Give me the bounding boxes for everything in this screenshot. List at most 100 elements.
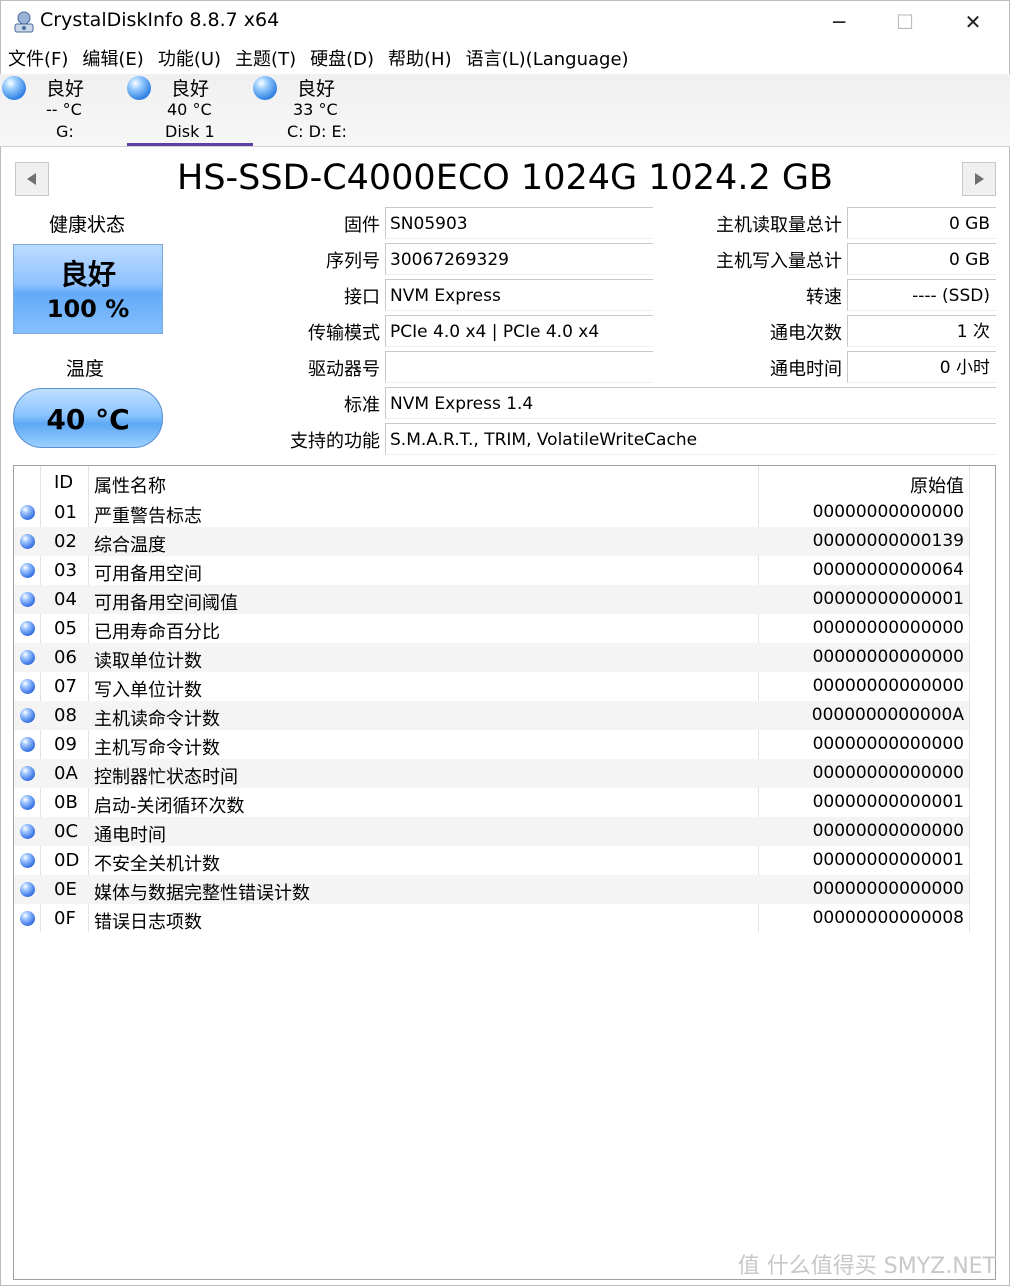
table-row[interactable]: 01 严重警告标志 00000000000000: [14, 498, 969, 527]
attribute-raw-value: 00000000000000: [812, 676, 964, 696]
smart-attributes-table[interactable]: ID 属性名称 原始值 01 严重警告标志 00000000000000 02 综合温度…: [13, 465, 996, 1280]
table-row[interactable]: 0E 媒体与数据完整性错误计数 00000000000000: [14, 875, 969, 904]
table-row[interactable]: 05 已用寿命百分比 00000000000000: [14, 614, 969, 643]
status-dot-icon: [20, 766, 35, 781]
attribute-raw-value: 00000000000000: [812, 821, 964, 841]
table-row[interactable]: 0F 错误日志项数 00000000000008: [14, 904, 969, 933]
selected-tab-indicator: [127, 143, 253, 146]
firmware-label: 固件: [344, 215, 380, 236]
attribute-name: 可用备用空间: [94, 564, 202, 585]
disk-tab-disk1[interactable]: 良好 40 °C Disk 1: [127, 74, 253, 146]
menu-theme[interactable]: 主题(T): [228, 46, 303, 74]
minimize-button[interactable]: ─: [816, 4, 862, 40]
serial-field: 30067269329: [385, 243, 653, 275]
maximize-button[interactable]: ☐: [882, 4, 928, 40]
rotation-field: ---- (SSD): [847, 279, 996, 311]
power-count-label: 通电次数: [770, 323, 842, 344]
table-row[interactable]: 0D 不安全关机计数 00000000000001: [14, 846, 969, 875]
disk-model-title: HS-SSD-C4000ECO 1024G 1024.2 GB: [177, 158, 833, 198]
status-dot-icon: [20, 563, 35, 578]
table-row[interactable]: 0C 通电时间 00000000000000: [14, 817, 969, 846]
attribute-raw-value: 00000000000000: [812, 763, 964, 783]
close-button[interactable]: ✕: [950, 4, 996, 40]
attribute-id: 02: [54, 531, 77, 552]
attribute-name: 启动-关闭循环次数: [94, 796, 245, 817]
column-divider: [969, 466, 970, 932]
attribute-raw-value: 00000000000000: [812, 647, 964, 667]
menu-function[interactable]: 功能(U): [151, 46, 228, 74]
host-reads-label: 主机读取量总计: [716, 215, 842, 236]
table-row[interactable]: 06 读取单位计数 00000000000000: [14, 643, 969, 672]
menu-help[interactable]: 帮助(H): [381, 46, 459, 74]
disk-temperature: -- °C: [46, 100, 82, 119]
host-reads-field: 0 GB: [847, 207, 996, 239]
temperature-box[interactable]: 40 °C: [13, 388, 163, 448]
table-row[interactable]: 0A 控制器忙状态时间 00000000000000: [14, 759, 969, 788]
attribute-id: 0E: [54, 879, 77, 900]
power-hours-label: 通电时间: [770, 359, 842, 380]
watermark: 值 什么值得买 SMYZ.NET: [737, 1254, 996, 1279]
disk-label: G:: [56, 122, 74, 141]
drive-letter-label: 驱动器号: [308, 359, 380, 380]
interface-label: 接口: [344, 287, 380, 308]
table-row[interactable]: 02 综合温度 00000000000139: [14, 527, 969, 556]
transfer-mode-field: PCIe 4.0 x4 | PCIe 4.0 x4: [385, 315, 653, 347]
attribute-name: 已用寿命百分比: [94, 622, 220, 643]
menu-disk[interactable]: 硬盘(D): [303, 46, 381, 74]
disk-tab-g[interactable]: 良好 -- °C G:: [2, 74, 128, 146]
status-dot-icon: [20, 795, 35, 810]
attribute-name: 可用备用空间阈值: [94, 593, 238, 614]
power-count-field: 1 次: [847, 315, 996, 347]
attribute-name: 严重警告标志: [94, 506, 202, 527]
menu-file[interactable]: 文件(F): [0, 46, 75, 74]
host-writes-field: 0 GB: [847, 243, 996, 275]
health-percent: 100 %: [46, 295, 130, 323]
disk-tab-cde[interactable]: 良好 33 °C C: D: E:: [253, 74, 379, 146]
table-row[interactable]: 07 写入单位计数 00000000000000: [14, 672, 969, 701]
transfer-mode-label: 传输模式: [308, 323, 380, 344]
attribute-name: 控制器忙状态时间: [94, 767, 238, 788]
title-bar[interactable]: CrystalDiskInfo 8.8.7 x64 ─ ☐ ✕: [0, 0, 1010, 44]
health-status-text: 良好: [59, 258, 116, 291]
attribute-name: 写入单位计数: [94, 680, 202, 701]
status-dot-icon: [20, 853, 35, 868]
temperature-value: 40 °C: [46, 403, 130, 436]
attribute-id: 06: [54, 647, 77, 668]
attribute-raw-value: 00000000000064: [812, 560, 964, 580]
attribute-id: 0D: [54, 850, 80, 871]
attribute-name: 错误日志项数: [94, 912, 202, 933]
table-row[interactable]: 0B 启动-关闭循环次数 00000000000001: [14, 788, 969, 817]
attribute-name: 通电时间: [94, 825, 166, 846]
column-header-raw[interactable]: 原始值: [910, 472, 964, 498]
table-row[interactable]: 09 主机写命令计数 00000000000000: [14, 730, 969, 759]
attribute-id: 0C: [54, 821, 79, 842]
column-header-id[interactable]: ID: [54, 472, 73, 493]
attribute-id: 08: [54, 705, 77, 726]
attribute-id: 01: [54, 502, 77, 523]
status-dot-icon: [20, 592, 35, 607]
attribute-id: 04: [54, 589, 77, 610]
column-header-name[interactable]: 属性名称: [94, 472, 166, 498]
menu-bar: 文件(F) 编辑(E) 功能(U) 主题(T) 硬盘(D) 帮助(H) 语言(L…: [0, 46, 636, 74]
table-row[interactable]: 08 主机读命令计数 0000000000000A: [14, 701, 969, 730]
disk-temperature: 40 °C: [167, 100, 212, 119]
health-status-box[interactable]: 良好 100 %: [13, 244, 163, 334]
disk-selector-strip: 良好 -- °C G: 良好 40 °C Disk 1 良好 33 °C C: …: [0, 74, 1010, 147]
next-disk-button[interactable]: [962, 162, 996, 196]
attribute-name: 综合温度: [94, 535, 166, 556]
attribute-name: 不安全关机计数: [94, 854, 220, 875]
menu-language[interactable]: 语言(L)(Language): [459, 46, 636, 74]
previous-disk-button[interactable]: [15, 162, 49, 196]
standard-label: 标准: [344, 395, 380, 416]
attribute-raw-value: 00000000000001: [812, 589, 964, 609]
attribute-raw-value: 00000000000001: [812, 792, 964, 812]
status-ball-icon: [127, 76, 151, 100]
table-row[interactable]: 04 可用备用空间阈值 00000000000001: [14, 585, 969, 614]
features-label: 支持的功能: [290, 431, 380, 452]
arrow-left-icon: [27, 173, 36, 185]
table-row[interactable]: 03 可用备用空间 00000000000064: [14, 556, 969, 585]
arrow-right-icon: [975, 173, 984, 185]
interface-field: NVM Express: [385, 279, 653, 311]
menu-edit[interactable]: 编辑(E): [75, 46, 150, 74]
disk-label: Disk 1: [165, 122, 215, 141]
